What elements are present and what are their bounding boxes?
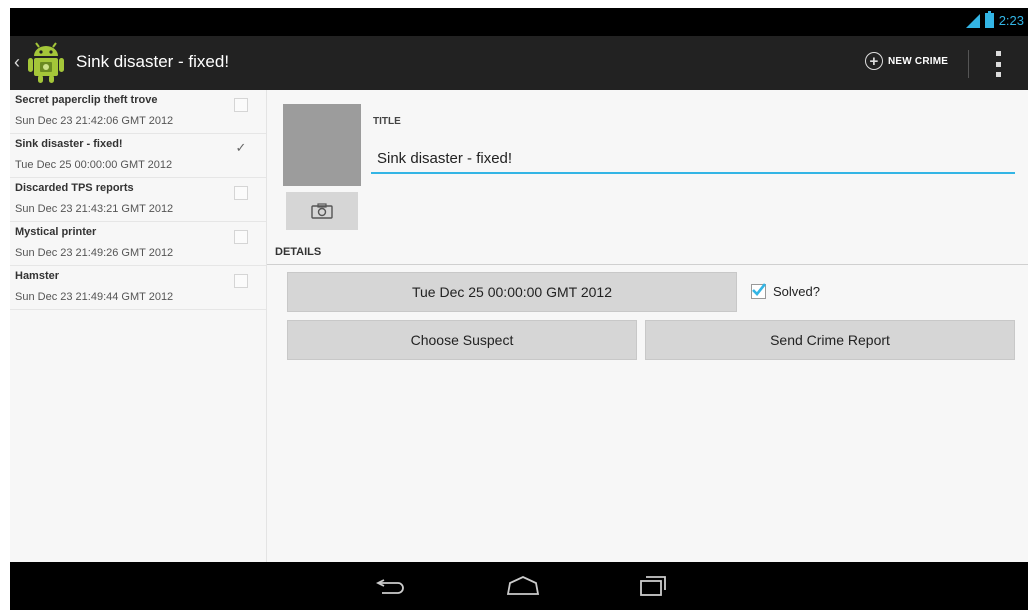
action-bar-title: Sink disaster - fixed!: [76, 52, 230, 71]
crime-title: Mystical printer: [15, 226, 97, 238]
solved-checkbox-icon[interactable]: [234, 98, 248, 112]
home-icon[interactable]: [506, 574, 540, 598]
crime-list-item[interactable]: Secret paperclip theft trove Sun Dec 23 2…: [10, 90, 266, 134]
date-button[interactable]: Tue Dec 25 00:00:00 GMT 2012: [287, 272, 737, 312]
crime-list-item[interactable]: Sink disaster - fixed! Tue Dec 25 00:00:0…: [10, 134, 266, 178]
device-screen: 2:23 ‹ Sink disaster - fixed! + NEW CRIM…: [10, 8, 1028, 610]
crime-date: Sun Dec 23 21:49:44 GMT 2012: [15, 291, 174, 303]
android-app-icon[interactable]: [24, 41, 68, 85]
details-divider: [267, 264, 1028, 265]
clock: 2:23: [998, 13, 1024, 28]
new-crime-label: NEW CRIME: [888, 55, 949, 67]
content-area: Secret paperclip theft trove Sun Dec 23 2…: [10, 90, 1028, 562]
solved-checkbox-icon[interactable]: ✓: [234, 141, 248, 156]
up-caret-icon[interactable]: ‹: [14, 53, 20, 71]
crime-date: Sun Dec 23 21:49:26 GMT 2012: [15, 247, 174, 259]
send-report-button[interactable]: Send Crime Report: [645, 320, 1015, 360]
overflow-menu-icon[interactable]: [996, 51, 1002, 77]
crime-title: Hamster: [15, 270, 60, 282]
crime-date: Tue Dec 25 00:00:00 GMT 2012: [15, 159, 173, 171]
add-circle-icon: +: [865, 52, 883, 70]
status-icons: 2:23: [965, 11, 1024, 28]
solved-checkbox[interactable]: Solved?: [751, 283, 820, 299]
title-label: TITLE: [373, 116, 401, 127]
crime-detail: TITLE DETAILS Tue Dec 25 00:00:00 GMT 20…: [267, 90, 1028, 562]
crime-date: Sun Dec 23 21:43:21 GMT 2012: [15, 203, 174, 215]
camera-icon: [311, 203, 333, 219]
details-label: DETAILS: [275, 246, 322, 258]
solved-checkbox-icon[interactable]: [234, 186, 248, 200]
solved-checkbox-icon[interactable]: [234, 274, 248, 288]
solved-checkbox-icon[interactable]: [234, 230, 248, 244]
signal-icon: [965, 13, 980, 28]
action-bar: ‹ Sink disaster - fixed! + NEW CRIME: [10, 36, 1028, 90]
recent-apps-icon[interactable]: [638, 574, 668, 598]
back-icon[interactable]: [376, 574, 406, 598]
status-bar: 2:23: [10, 8, 1028, 36]
solved-label: Solved?: [773, 284, 820, 299]
navigation-bar: [10, 562, 1028, 610]
checkbox-icon[interactable]: [751, 283, 766, 299]
choose-suspect-button[interactable]: Choose Suspect: [287, 320, 637, 360]
crime-list: Secret paperclip theft trove Sun Dec 23 2…: [10, 90, 267, 562]
crime-list-item[interactable]: Mystical printer Sun Dec 23 21:49:26 GMT …: [10, 222, 266, 266]
crime-title: Secret paperclip theft trove: [15, 94, 158, 106]
crime-title: Sink disaster - fixed!: [15, 138, 123, 150]
action-bar-divider: [968, 50, 969, 78]
new-crime-button[interactable]: + NEW CRIME: [865, 52, 948, 70]
battery-icon: [984, 11, 994, 28]
crime-list-item[interactable]: Discarded TPS reports Sun Dec 23 21:43:21…: [10, 178, 266, 222]
camera-button[interactable]: [286, 192, 358, 230]
crime-list-item[interactable]: Hamster Sun Dec 23 21:49:44 GMT 2012: [10, 266, 266, 310]
crime-date: Sun Dec 23 21:42:06 GMT 2012: [15, 115, 174, 127]
crime-photo: [283, 104, 361, 186]
title-field[interactable]: [371, 144, 1015, 174]
crime-title: Discarded TPS reports: [15, 182, 134, 194]
